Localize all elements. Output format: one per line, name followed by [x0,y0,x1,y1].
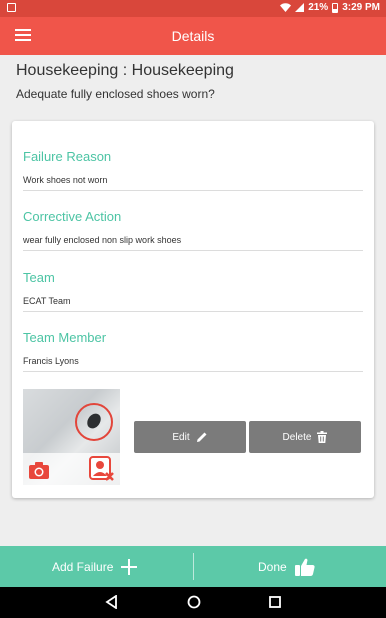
team-member-field: Team Member Francis Lyons [23,330,363,372]
status-time: 3:29 PM [342,2,380,13]
delete-label: Delete [282,431,312,443]
edit-label: Edit [172,431,190,443]
corrective-action-label: Corrective Action [23,209,122,224]
android-navigation-bar [0,587,386,618]
pencil-icon [196,432,207,442]
corrective-action-value: wear fully enclosed non slip work shoes [23,235,182,245]
home-icon[interactable] [187,595,201,609]
team-field: Team ECAT Team [23,270,363,312]
app-bar: Details [0,17,386,55]
failure-photo[interactable] [23,389,120,485]
done-button[interactable]: Done [258,546,315,587]
bottom-bar-divider [193,553,194,580]
team-value: ECAT Team [23,296,71,306]
done-label: Done [258,559,287,574]
team-member-label: Team Member [23,330,107,345]
signal-icon [295,3,305,12]
remove-person-icon[interactable] [89,456,115,482]
add-failure-button[interactable]: Add Failure [52,546,138,587]
wifi-icon [280,3,292,12]
status-indicators: 21% 3:29 PM [280,2,380,13]
app-title: Details [171,28,215,44]
status-bar: 21% 3:29 PM [0,0,386,17]
photo-annotation-circle [75,403,113,441]
failure-reason-value: Work shoes not worn [23,175,108,185]
thumbs-up-icon [294,558,315,576]
corrective-action-field: Corrective Action wear fully enclosed no… [23,209,363,251]
bottom-action-bar: Add Failure Done [0,546,386,587]
add-failure-label: Add Failure [52,559,114,574]
notification-icon [7,3,16,12]
recents-icon[interactable] [269,595,281,609]
team-member-value: Francis Lyons [23,356,79,366]
plus-icon [121,558,138,575]
page-title: Housekeeping : Housekeeping [16,62,234,79]
question-text: Adequate fully enclosed shoes worn? [16,87,215,101]
battery-percent: 21% [308,2,329,13]
back-icon[interactable] [105,595,117,609]
camera-icon[interactable] [28,460,50,480]
delete-button[interactable]: Delete [249,421,361,453]
trash-icon [317,431,328,443]
failure-details-card: Failure Reason Work shoes not worn Corre… [12,121,374,498]
failure-reason-label: Failure Reason [23,149,112,164]
battery-icon [332,2,339,13]
team-label: Team [23,270,55,285]
edit-button[interactable]: Edit [134,421,246,453]
failure-reason-field: Failure Reason Work shoes not worn [23,149,363,191]
